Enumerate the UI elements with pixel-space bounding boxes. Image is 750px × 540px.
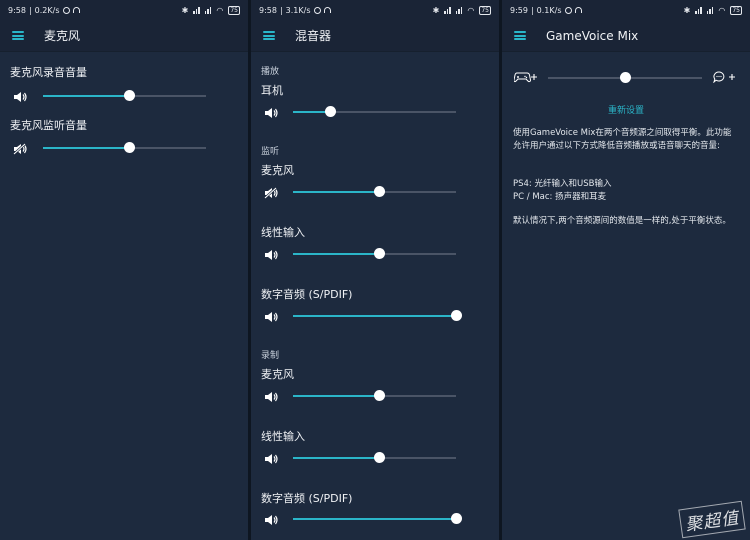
row-label: 麦克风监听音量 [10,119,87,132]
row-label: 线性输入 [261,226,305,239]
bluetooth-icon: ✱ [683,5,691,15]
menu-icon[interactable] [514,31,526,40]
signal-icon [193,6,200,14]
status-bar: 9:58 | 3.1K/s ✱ ◠ 75 [251,0,499,20]
speaker-icon[interactable] [264,311,278,323]
record-mic-slider[interactable] [293,390,456,402]
status-time: 9:58 [8,5,26,15]
app-bar: GameVoice Mix [502,20,750,52]
status-time: 9:58 [259,5,277,15]
mixer-screen: 9:58 | 3.1K/s ✱ ◠ 75 混音器 播放 耳机 监听 麦克风 线性输入… [251,0,499,540]
battery-icon: 75 [479,5,491,15]
status-time: 9:59 [510,5,528,15]
headphone-slider[interactable] [293,106,456,118]
row-label: 耳机 [261,84,283,97]
row-label: 数字音频 (S/PDIF) [261,492,353,505]
alarm-icon [564,6,572,14]
row-label: 麦克风录音音量 [10,66,87,79]
slider-thumb[interactable] [620,72,631,83]
headset-icon [574,7,582,13]
mic-monitor-slider[interactable] [43,142,206,154]
monitor-spdif-slider[interactable] [293,310,462,322]
speaker-icon[interactable] [264,514,278,526]
section-heading-record: 录制 [261,351,280,361]
menu-icon[interactable] [12,31,24,40]
app-bar: 混音器 [251,20,499,52]
row-label: 线性输入 [261,430,305,443]
headset-icon [323,7,331,13]
status-bar: 9:59 | 0.1K/s ✱ ◠ 75 [502,0,750,20]
wifi-icon: ◠ [467,5,475,15]
app-bar: 麦克风 [0,20,248,52]
mic-screen: 9:58 | 0.2K/s ✱ ◠ 75 麦克风 麦克风录音音量 麦克风监听音量 [0,0,248,540]
monitor-mic-slider[interactable] [293,186,456,198]
status-speed: 0.1K/s [536,5,562,15]
row-label: 麦克风 [261,164,294,177]
section-heading-monitor: 监听 [261,147,280,157]
signal-icon-2 [204,6,212,14]
page-title: 麦克风 [44,29,81,43]
status-bar: 9:58 | 0.2K/s ✱ ◠ 75 [0,0,248,20]
signal-icon-2 [706,6,714,14]
signal-icon [444,6,451,14]
signal-icon-2 [455,6,463,14]
slider-thumb[interactable] [374,452,385,463]
description-pc-mac: PC / Mac: 扬声器和耳麦 [513,192,607,202]
mic-record-slider[interactable] [43,90,206,102]
battery-icon: 75 [228,5,240,15]
slider-thumb[interactable] [374,248,385,259]
alarm-icon [62,6,70,14]
speaker-icon[interactable] [264,391,278,403]
wifi-icon: ◠ [216,5,224,15]
status-speed: 3.1K/s [285,5,311,15]
speaker-muted-icon[interactable] [13,143,27,155]
monitor-line-in-slider[interactable] [293,248,456,260]
speaker-icon[interactable] [264,453,278,465]
row-label: 数字音频 (S/PDIF) [261,288,353,301]
menu-icon[interactable] [263,31,275,40]
bluetooth-icon: ✱ [181,5,189,15]
speaker-icon[interactable] [13,91,27,103]
record-spdif-slider[interactable] [293,513,462,525]
slider-thumb[interactable] [451,513,462,524]
speaker-icon[interactable] [264,107,278,119]
slider-thumb[interactable] [451,310,462,321]
reset-button[interactable]: 重新设置 [502,103,750,116]
wifi-icon: ◠ [718,5,726,15]
section-heading-playback: 播放 [261,67,280,77]
gamevoice-balance-slider[interactable] [548,72,702,84]
battery-icon: 75 [730,5,742,15]
speaker-muted-icon[interactable] [264,187,278,199]
record-line-in-slider[interactable] [293,452,456,464]
gamevoice-screen: 9:59 | 0.1K/s ✱ ◠ 75 GameVoice Mix 重新设置 使用… [502,0,750,540]
page-title: 混音器 [295,29,332,43]
slider-thumb[interactable] [325,106,336,117]
alarm-icon [313,6,321,14]
status-speed: 0.2K/s [34,5,60,15]
gamepad-plus-icon[interactable] [514,71,538,83]
description-ps4: PS4: 光纤输入和USB输入 [513,179,612,189]
slider-thumb[interactable] [124,90,135,101]
description-default: 默认情况下,两个音频源间的数值是一样的,处于平衡状态。 [513,216,731,226]
slider-thumb[interactable] [374,186,385,197]
page-title: GameVoice Mix [546,28,639,43]
row-label: 麦克风 [261,368,294,381]
bluetooth-icon: ✱ [432,5,440,15]
chat-plus-icon[interactable] [713,71,737,83]
headset-icon [72,7,80,13]
slider-thumb[interactable] [124,142,135,153]
description-para-1: 使用GameVoice Mix在两个音频源之间取得平衡。此功能允许用户通过以下方… [513,128,732,151]
slider-thumb[interactable] [374,390,385,401]
speaker-icon[interactable] [264,249,278,261]
signal-icon [695,6,702,14]
